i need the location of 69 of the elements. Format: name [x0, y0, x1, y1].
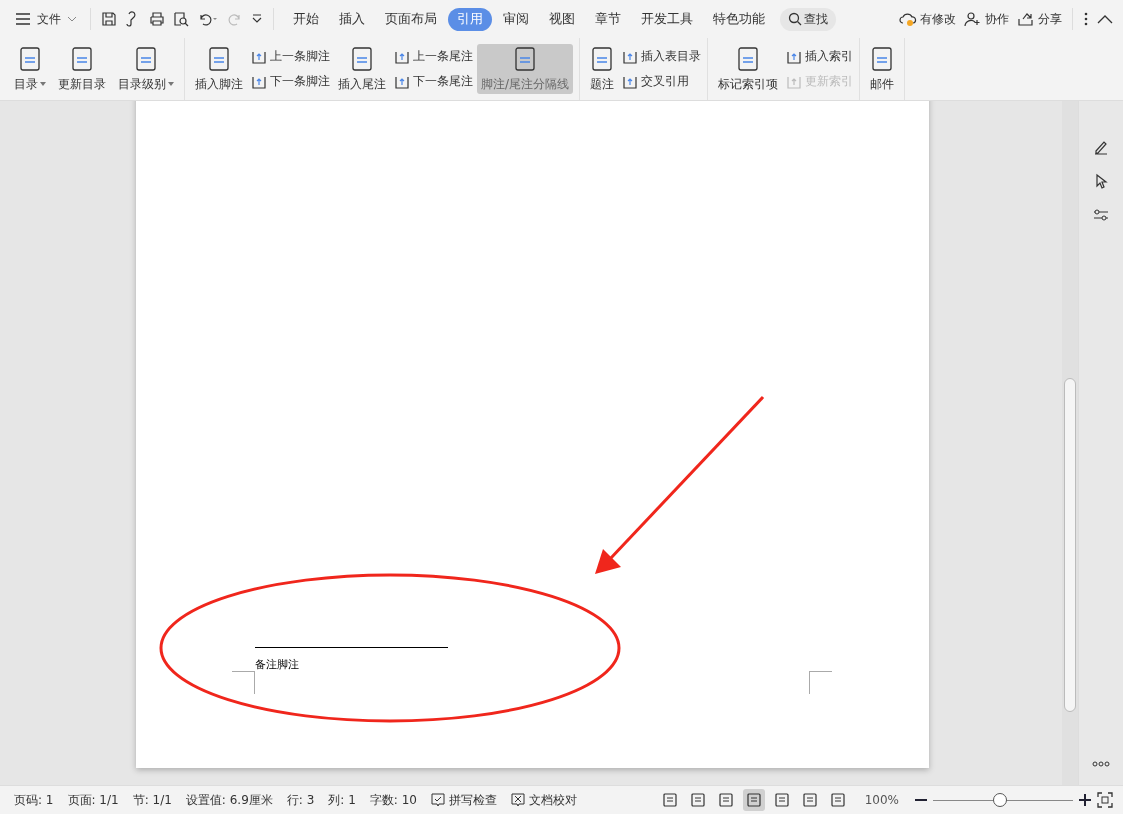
toolbar-action[interactable]: 有修改 — [899, 10, 956, 28]
ribbon-small-button[interactable]: 交叉引用 — [622, 73, 702, 90]
ribbon-small-button[interactable]: 插入表目录 — [622, 48, 702, 65]
dropdown-caret-icon — [40, 82, 46, 86]
add-user-icon — [964, 11, 982, 27]
zoom-out-icon[interactable] — [915, 798, 927, 802]
more-icon[interactable] — [1092, 761, 1110, 767]
ribbon-small-button[interactable]: 下一条尾注 — [394, 73, 473, 90]
toolbar-action[interactable]: 分享 — [1017, 10, 1062, 28]
ribbon-tab[interactable]: 视图 — [540, 7, 584, 31]
status-text: 节: 1/1 — [131, 791, 173, 809]
crop-mark — [809, 671, 832, 694]
ribbon-small-button[interactable]: 下一条脚注 — [251, 73, 330, 90]
check-icon — [430, 793, 445, 807]
save-icon[interactable] — [101, 11, 117, 27]
search-button[interactable]: 查找 — [780, 7, 836, 31]
print-icon[interactable] — [149, 11, 165, 27]
ribbon-tab[interactable]: 审阅 — [494, 7, 538, 31]
ribbon-tab[interactable]: 特色功能 — [704, 7, 774, 31]
status-text: 设置值: 6.9厘米 — [184, 791, 274, 809]
status-button[interactable]: 文档校对 — [506, 791, 581, 809]
scroll-thumb[interactable] — [1064, 378, 1077, 712]
zoom-level[interactable]: 100% — [864, 793, 899, 807]
cursor-icon[interactable] — [1093, 173, 1109, 189]
footnote-text: 备注脚注 — [255, 657, 299, 672]
ribbon-button[interactable]: 邮件 — [866, 44, 899, 94]
collapse-icon[interactable] — [1097, 14, 1113, 24]
view-button[interactable] — [742, 789, 765, 811]
share-icon — [1017, 11, 1035, 27]
cross-icon — [510, 793, 525, 807]
ribbon-tab[interactable]: 插入 — [330, 7, 374, 31]
ribbon-button[interactable]: 题注 — [586, 44, 619, 94]
search-icon — [788, 12, 802, 26]
slider-thumb[interactable] — [993, 793, 1008, 807]
ribbon-tab[interactable]: 开发工具 — [632, 7, 702, 31]
status-text: 页码: 1 — [13, 791, 55, 809]
menu-icon — [15, 13, 31, 25]
ribbon-button[interactable]: 插入脚注 — [191, 44, 247, 94]
ribbon-small-button[interactable]: 上一条尾注 — [394, 48, 473, 65]
ribbon-small-button[interactable]: 上一条脚注 — [251, 48, 330, 65]
cloud-icon — [899, 11, 917, 27]
toolbar-action[interactable]: 协作 — [964, 10, 1009, 28]
ribbon-tab[interactable]: 开始 — [284, 7, 328, 31]
print-preview-icon[interactable] — [173, 11, 189, 27]
ribbon-button[interactable]: 脚注/尾注分隔线 — [477, 44, 574, 94]
zoom-in-icon[interactable] — [1079, 794, 1091, 806]
customize-icon[interactable] — [251, 13, 263, 25]
ribbon-button[interactable]: 更新目录 — [54, 44, 110, 94]
ribbon-button[interactable]: 目录 — [10, 44, 50, 94]
file-menu[interactable]: 文件 — [12, 7, 80, 31]
crop-mark — [232, 671, 255, 694]
scrollbar[interactable] — [1062, 101, 1079, 785]
chevron-down-icon — [67, 16, 77, 22]
ribbon-tab[interactable]: 章节 — [586, 7, 630, 31]
ribbon-tab[interactable]: 页面布局 — [376, 7, 446, 31]
undo-icon[interactable] — [197, 11, 219, 27]
ribbon-small-button[interactable]: 插入索引 — [786, 48, 854, 65]
more-icon[interactable] — [1083, 11, 1089, 27]
status-text: 列: 1 — [327, 791, 357, 809]
status-button[interactable]: 拼写检查 — [426, 791, 501, 809]
dropdown-caret-icon — [168, 82, 174, 86]
ribbon-button[interactable]: 插入尾注 — [334, 44, 390, 94]
sliders-icon[interactable] — [1093, 207, 1109, 223]
status-text: 页面: 1/1 — [66, 791, 120, 809]
ribbon-button[interactable]: 目录级别 — [114, 44, 178, 94]
fit-icon[interactable] — [1097, 792, 1113, 808]
ribbon-button[interactable]: 标记索引项 — [714, 44, 783, 94]
status-text: 行: 3 — [285, 791, 316, 809]
status-text: 字数: 10 — [368, 791, 418, 809]
